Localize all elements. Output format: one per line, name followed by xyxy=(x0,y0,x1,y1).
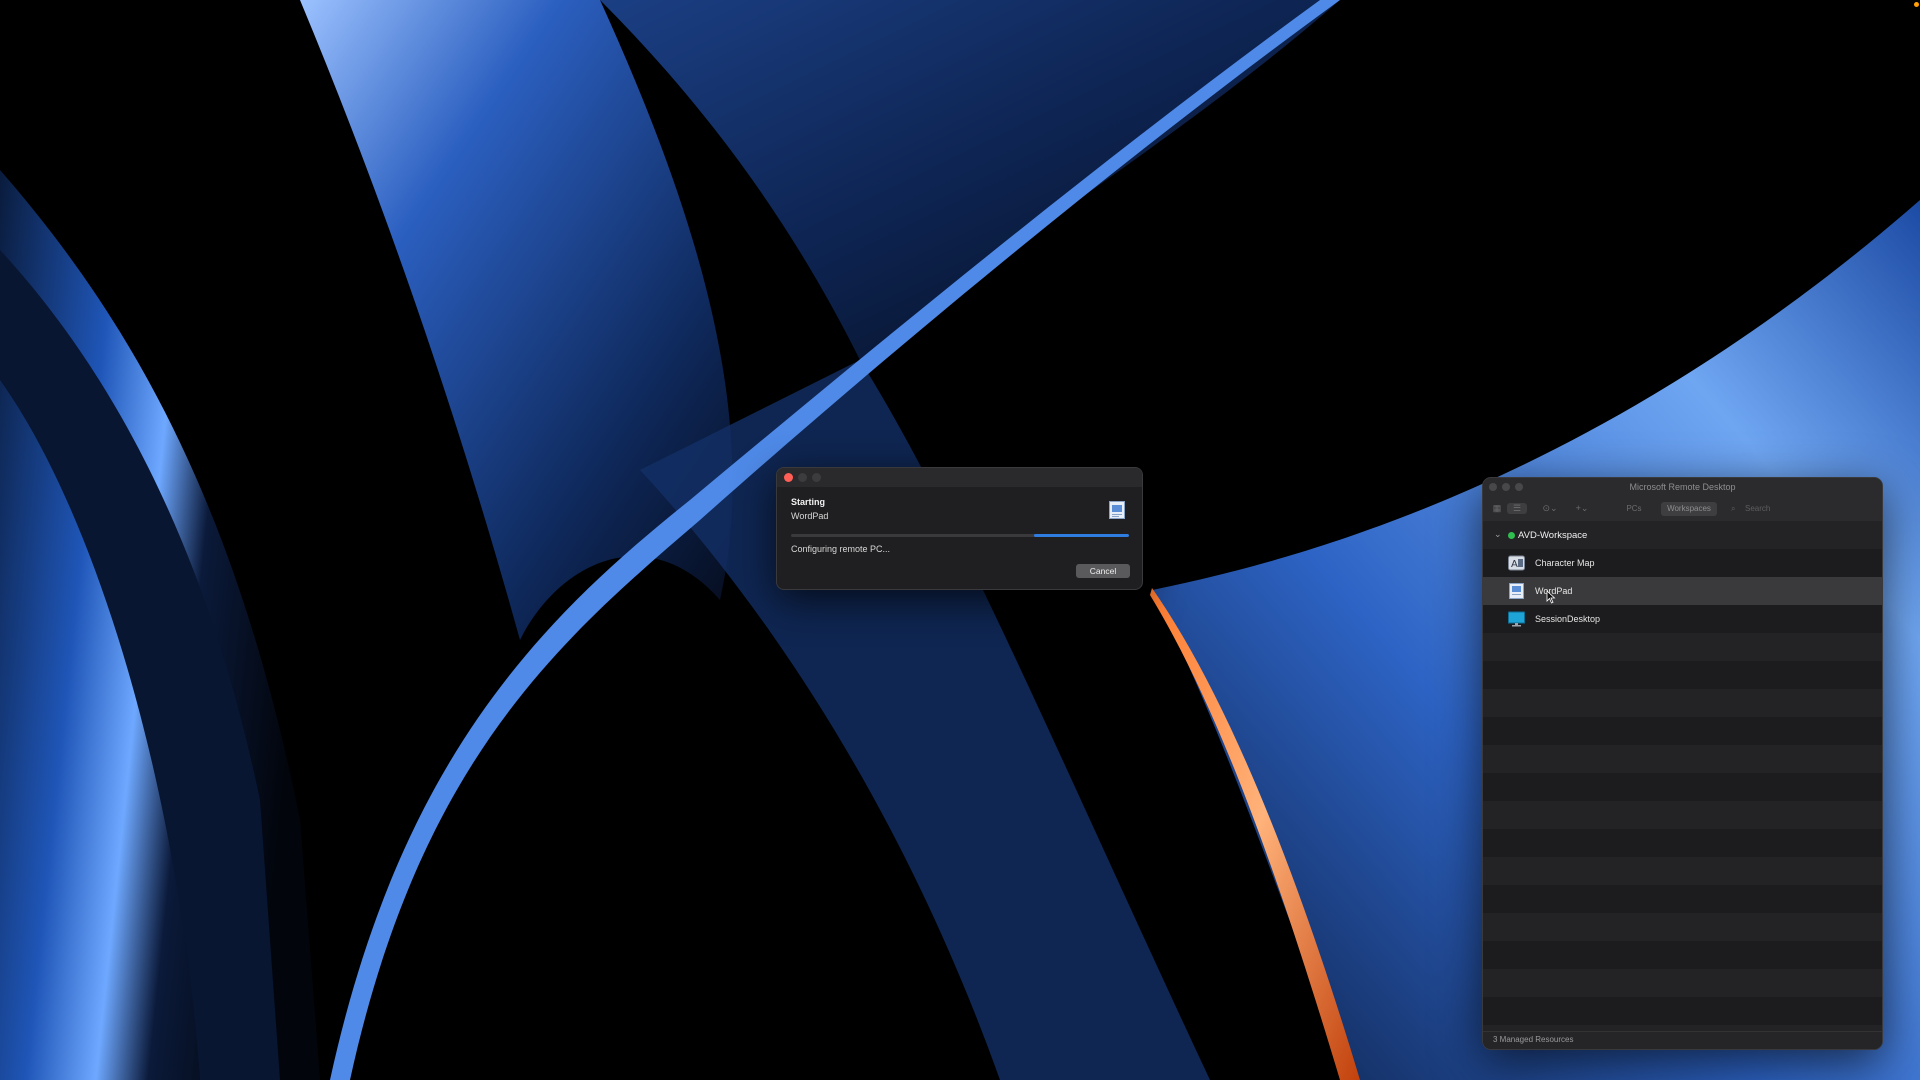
mouse-pointer-icon xyxy=(1546,590,1556,604)
list-view-icon[interactable]: ☰ xyxy=(1507,503,1527,514)
empty-row xyxy=(1483,633,1882,661)
empty-row xyxy=(1483,661,1882,689)
chevron-down-icon[interactable]: ⌄ xyxy=(1494,529,1502,540)
session-desktop-icon xyxy=(1508,611,1525,627)
empty-row xyxy=(1483,717,1882,745)
workspace-header[interactable]: ⌄ AVD-Workspace xyxy=(1483,521,1882,549)
window-titlebar[interactable]: Microsoft Remote Desktop xyxy=(1483,478,1882,497)
status-bar: 3 Managed Resources xyxy=(1483,1031,1882,1049)
list-item[interactable]: WordPad xyxy=(1483,577,1882,605)
empty-row xyxy=(1483,885,1882,913)
progress-fill xyxy=(1034,534,1129,537)
search-input[interactable]: ⌕ Search xyxy=(1725,502,1873,516)
list-item[interactable]: SessionDesktop xyxy=(1483,605,1882,633)
empty-row xyxy=(1483,689,1882,717)
dialog-app-name: WordPad xyxy=(791,511,829,521)
status-text: Configuring remote PC... xyxy=(791,544,891,554)
recording-indicator xyxy=(1914,2,1919,7)
zoom-button xyxy=(812,473,821,482)
resource-list: ⌄ AVD-Workspace A Character Map WordPad xyxy=(1483,521,1882,1049)
character-map-icon: A xyxy=(1508,555,1525,571)
close-button[interactable] xyxy=(784,473,793,482)
resource-label: SessionDesktop xyxy=(1535,614,1601,624)
dialog-titlebar[interactable] xyxy=(777,468,1142,487)
svg-text:A: A xyxy=(1511,559,1518,570)
minimize-button xyxy=(798,473,807,482)
resource-count: 3 Managed Resources xyxy=(1493,1035,1574,1044)
tab-workspaces[interactable]: Workspaces xyxy=(1661,502,1717,516)
list-item[interactable]: A Character Map xyxy=(1483,549,1882,577)
tab-pcs[interactable]: PCs xyxy=(1609,502,1659,516)
wordpad-icon xyxy=(1509,583,1524,599)
progress-bar xyxy=(791,534,1129,537)
toolbar: ▦ ☰ ⊙⌄ +⌄ PCs Workspaces ⌕ Search xyxy=(1483,497,1882,522)
wordpad-icon xyxy=(1109,501,1125,519)
empty-row xyxy=(1483,941,1882,969)
more-options-icon[interactable]: ⊙⌄ xyxy=(1539,503,1561,514)
empty-row xyxy=(1483,773,1882,801)
starting-dialog: Starting WordPad Configuring remote PC..… xyxy=(776,467,1143,590)
empty-row xyxy=(1483,857,1882,885)
add-icon[interactable]: +⌄ xyxy=(1571,503,1593,514)
status-dot xyxy=(1508,532,1515,539)
empty-row xyxy=(1483,801,1882,829)
search-placeholder: Search xyxy=(1745,504,1771,513)
empty-row xyxy=(1483,997,1882,1025)
empty-row xyxy=(1483,829,1882,857)
remote-desktop-window: Microsoft Remote Desktop ▦ ☰ ⊙⌄ +⌄ PCs W… xyxy=(1482,477,1883,1050)
empty-row xyxy=(1483,969,1882,997)
dialog-title: Starting xyxy=(791,497,826,507)
empty-row xyxy=(1483,745,1882,773)
resource-label: Character Map xyxy=(1535,558,1595,568)
empty-row xyxy=(1483,913,1882,941)
search-icon: ⌕ xyxy=(1731,504,1736,513)
grid-view-icon[interactable]: ▦ xyxy=(1491,503,1503,514)
workspace-name: AVD-Workspace xyxy=(1518,530,1588,541)
window-title: Microsoft Remote Desktop xyxy=(1629,482,1736,492)
cancel-button[interactable]: Cancel xyxy=(1076,564,1130,578)
